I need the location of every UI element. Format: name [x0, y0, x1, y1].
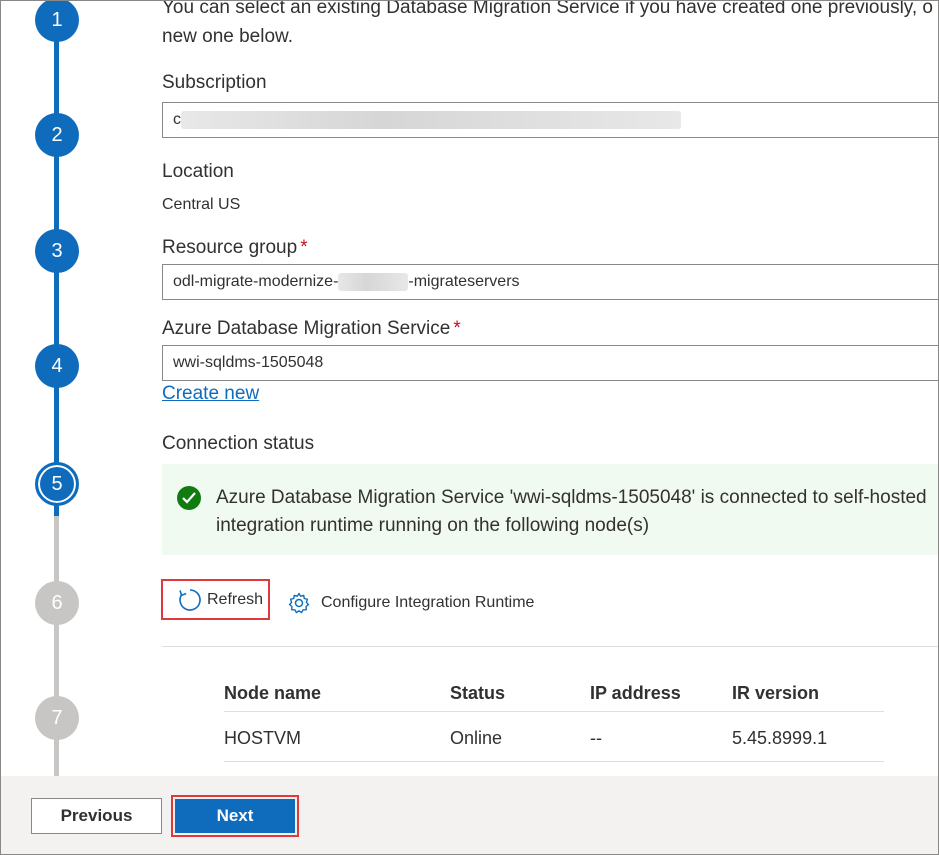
intro-line-1: You can select an existing Database Migr… [162, 0, 934, 18]
previous-button[interactable]: Previous [31, 798, 162, 834]
connection-status-label: Connection status [162, 433, 315, 454]
cell-node-name: HOSTVM [224, 728, 302, 748]
column-header-ir-version: IR version [732, 683, 820, 703]
resource-group-label: Resource group * [162, 237, 308, 259]
subscription-value: c [173, 111, 181, 128]
cell-ir-version: 5.45.8999.1 [732, 728, 828, 748]
step-6: 6 [35, 581, 79, 625]
resource-group-label-text: Resource group [162, 237, 298, 258]
configure-label: Configure Integration Runtime [321, 594, 535, 611]
refresh-icon [179, 588, 201, 611]
connection-message-line-1: Azure Database Migration Service 'wwi-sq… [216, 487, 927, 508]
configure-integration-runtime-button[interactable]: Configure Integration Runtime [287, 591, 534, 615]
success-check-icon [177, 486, 201, 510]
redacted-resource-group [338, 273, 409, 291]
next-button[interactable]: Next [175, 799, 295, 833]
refresh-button[interactable]: Refresh [161, 579, 270, 620]
dms-label-text: Azure Database Migration Service [162, 318, 451, 339]
step-7: 7 [35, 696, 79, 740]
wizard-stepper: 1 2 3 4 5 6 7 [1, 1, 118, 776]
header-divider [224, 711, 884, 712]
step-3[interactable]: 3 [35, 229, 79, 273]
row-divider [224, 761, 884, 762]
step-2[interactable]: 2 [35, 113, 79, 157]
subscription-label: Subscription [162, 72, 267, 93]
redacted-subscription [181, 111, 681, 129]
refresh-label: Refresh [207, 590, 264, 608]
intro-text: You can select an existing Database Migr… [162, 0, 938, 51]
connection-status-message: Azure Database Migration Service 'wwi-sq… [216, 484, 938, 540]
migration-wizard: 1 2 3 4 5 6 7 You can select an existing… [0, 0, 939, 855]
step-1[interactable]: 1 [35, 1, 79, 42]
resource-group-value-suffix: -migrateservers [408, 273, 520, 290]
column-header-ip-address: IP address [590, 683, 681, 703]
connection-status-banner: Azure Database Migration Service 'wwi-sq… [162, 464, 938, 555]
location-label: Location [162, 161, 234, 182]
column-header-status: Status [450, 683, 506, 703]
wizard-footer: Previous Next [1, 776, 938, 854]
subscription-dropdown[interactable]: c [162, 102, 938, 138]
step-4[interactable]: 4 [35, 344, 79, 388]
connection-message-line-2: integration runtime running on the follo… [216, 515, 650, 536]
section-divider [162, 646, 938, 647]
intro-line-2: new one below. [162, 26, 293, 47]
next-button-highlight: Next [171, 795, 299, 837]
cell-status: Online [450, 728, 503, 748]
dms-value: wwi-sqldms-1505048 [173, 354, 324, 371]
dms-dropdown[interactable]: wwi-sqldms-1505048 [162, 345, 938, 381]
resource-group-dropdown[interactable]: odl-migrate-modernize- -migrateservers [162, 264, 938, 300]
resource-group-value-prefix: odl-migrate-modernize- [173, 273, 339, 290]
required-indicator: * [300, 237, 308, 258]
cell-ip-address: -- [590, 728, 602, 748]
step-content: You can select an existing Database Migr… [118, 0, 938, 776]
dms-label: Azure Database Migration Service * [162, 318, 461, 340]
required-indicator: * [453, 318, 461, 339]
gear-icon [288, 592, 310, 614]
step-5-current[interactable]: 5 [35, 462, 79, 506]
location-value: Central US [162, 196, 241, 213]
create-new-link[interactable]: Create new [162, 383, 259, 405]
column-header-node-name: Node name [224, 683, 322, 703]
